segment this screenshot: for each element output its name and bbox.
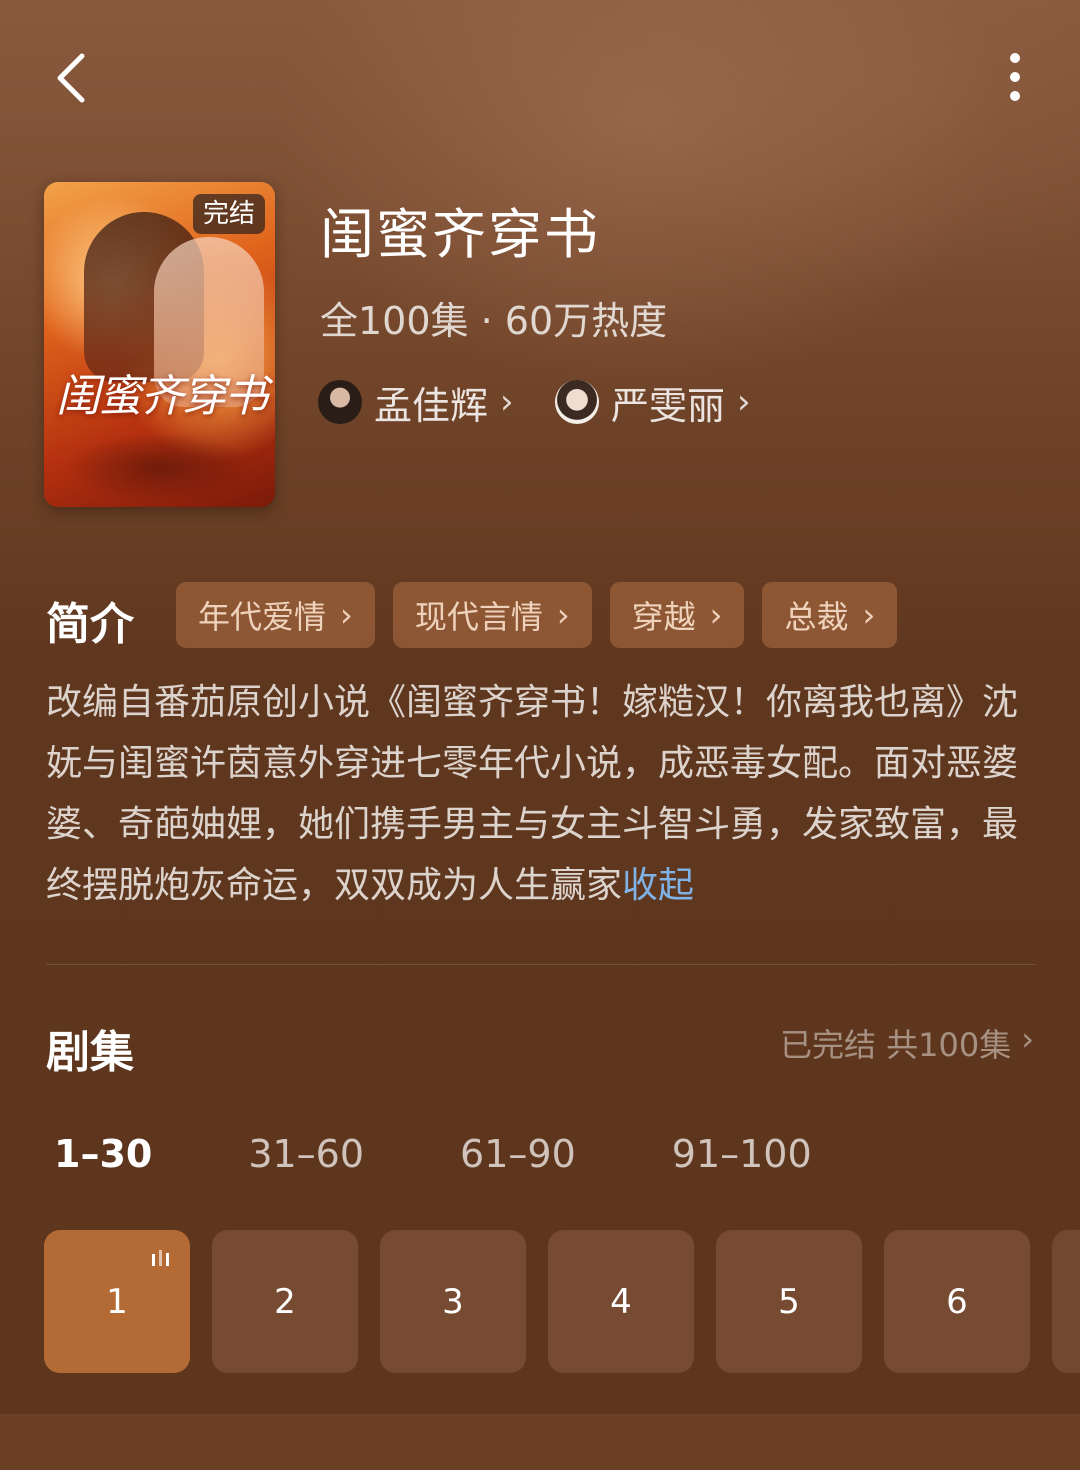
chevron-right-icon: › [709,596,723,634]
more-button[interactable] [990,44,1040,114]
tag-label: 穿越 [631,598,696,636]
drama-title: 闺蜜齐穿书 [320,203,600,266]
tab-range[interactable]: 31–60 [248,1132,364,1176]
intro-heading: 简介 [46,599,134,650]
chevron-right-icon: › [500,382,514,422]
episode-button[interactable]: 4 [548,1230,694,1373]
back-button[interactable] [48,44,104,108]
episode-button-partial[interactable] [1052,1230,1080,1373]
episode-button[interactable]: 6 [884,1230,1030,1373]
episode-number: 6 [946,1281,968,1322]
episodes-status: 已完结 共100集 [779,1026,1012,1064]
tab-range[interactable]: 61–90 [460,1132,576,1176]
chevron-right-icon: › [556,596,570,634]
tag-list: 年代爱情 › 现代言情 › 穿越 › 总裁 › [176,582,898,648]
episodes-heading: 剧集 [46,1027,134,1078]
collapse-link[interactable]: 收起 [622,865,694,906]
actor-name: 严雯丽 [611,383,726,428]
actor-link[interactable]: 孟佳辉 › [318,378,514,428]
episode-button[interactable]: 3 [380,1230,526,1373]
episode-number: 4 [610,1281,632,1322]
chevron-right-icon: › [340,596,353,634]
episode-button[interactable]: 1 [44,1230,190,1373]
genre-tag[interactable]: 现代言情 › [392,582,592,648]
description-text: 改编自番茄原创小说《闺蜜齐穿书！嫁糙汉！你离我也离》沈妩与闺蜜许茵意外穿进七零年… [46,682,1019,906]
episode-button[interactable]: 2 [212,1230,358,1373]
chevron-right-icon: › [737,382,751,422]
episode-number: 3 [442,1281,464,1322]
chevron-right-icon: › [1021,1020,1034,1058]
avatar [555,380,599,424]
tag-label: 总裁 [784,598,849,636]
episode-button[interactable]: 5 [716,1230,862,1373]
tag-label: 现代言情 [414,598,543,636]
chevron-left-icon [57,53,85,103]
episode-number: 1 [106,1281,128,1322]
genre-tag[interactable]: 年代爱情 › [176,582,375,648]
status-badge: 完结 [192,194,265,234]
episode-range-tabs: 1–30 31–60 61–90 91–100 [54,1132,908,1176]
episode-number: 2 [274,1281,296,1322]
cover-title: 闺蜜齐穿书 [56,371,268,422]
genre-tag[interactable]: 总裁 › [762,582,898,648]
genre-tag[interactable]: 穿越 › [609,582,745,648]
episodes-status-link[interactable]: 已完结 共100集 › [780,1020,1034,1066]
divider [46,964,1036,965]
bottom-bar [0,1414,1080,1470]
actor-link[interactable]: 严雯丽 › [555,378,751,428]
more-vertical-icon [1010,53,1020,101]
episode-number: 5 [778,1281,800,1322]
playing-bars-icon [152,1250,169,1266]
description: 改编自番茄原创小说《闺蜜齐穿书！嫁糙汉！你离我也离》沈妩与闺蜜许茵意外穿进七零年… [46,672,1046,916]
cover-decoration [64,432,254,502]
avatar [318,380,362,424]
tab-range[interactable]: 91–100 [672,1132,812,1176]
episode-grid: 1 2 3 4 5 6 [44,1230,1030,1373]
tab-range[interactable]: 1–30 [54,1132,152,1176]
drama-stats: 全100集 · 60万热度 [320,299,668,343]
drama-cover[interactable]: 闺蜜齐穿书 完结 [44,182,275,507]
actor-name: 孟佳辉 [374,383,489,428]
chevron-right-icon: › [862,596,876,634]
tag-label: 年代爱情 [198,598,327,636]
